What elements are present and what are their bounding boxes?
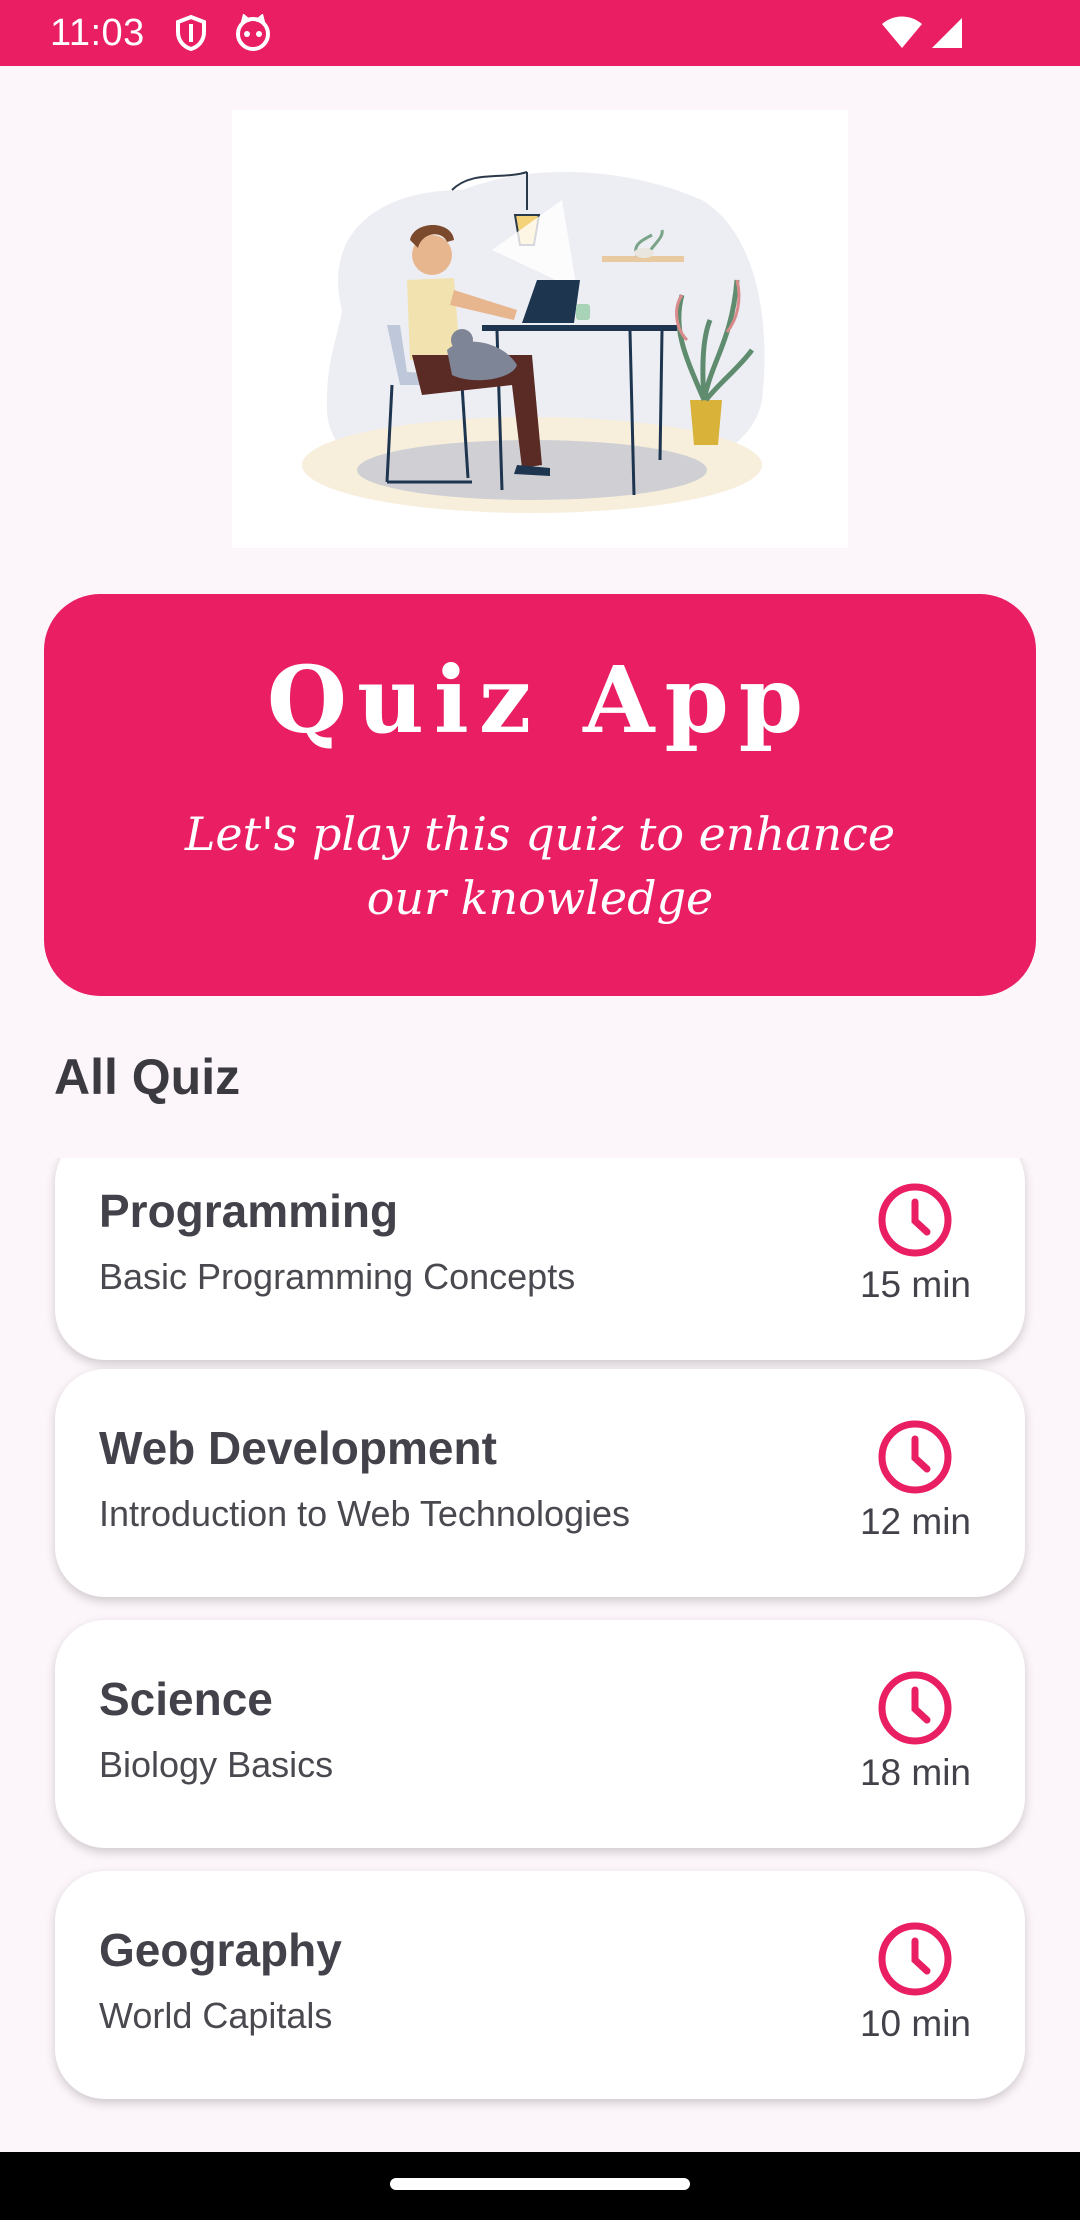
quiz-title: Geography (99, 1924, 342, 1976)
quiz-duration: 12 min (859, 1501, 971, 1542)
quiz-duration: 18 min (859, 1752, 971, 1793)
cellular-signal-icon (930, 16, 964, 55)
clock-icon (877, 1670, 953, 1746)
quiz-subtitle: Introduction to Web Technologies (99, 1493, 631, 1534)
quiz-title: Web Development (99, 1422, 497, 1474)
shield-icon (174, 14, 208, 57)
quiz-subtitle: World Capitals (99, 1995, 333, 2036)
wifi-icon (880, 16, 924, 55)
hero-illustration (232, 110, 848, 548)
quiz-title: Programming (99, 1185, 399, 1237)
quiz-list[interactable]: Programming Basic Programming Concepts 1… (0, 1158, 1080, 2116)
quiz-card-programming[interactable]: Programming Basic Programming Concepts 1… (55, 1158, 1025, 1360)
quiz-duration: 10 min (859, 2003, 971, 2044)
clock-icon (877, 1419, 953, 1495)
home-gesture-handle[interactable] (390, 2178, 690, 2190)
clock-icon (877, 1921, 953, 1997)
system-navigation-bar (0, 2152, 1080, 2220)
section-title: All Quiz (54, 1049, 241, 1105)
app-title: Quiz App (266, 646, 814, 754)
status-time: 11:03 (50, 12, 145, 54)
clock-icon (877, 1182, 953, 1258)
status-bar: 11:03 (0, 0, 1080, 66)
quiz-subtitle: Biology Basics (99, 1744, 334, 1785)
welcome-banner: Quiz App Let's play this quiz to enhance… (44, 594, 1036, 996)
quiz-card-science[interactable]: Science Biology Basics 18 min (55, 1620, 1025, 1848)
quiz-card-web-development[interactable]: Web Development Introduction to Web Tech… (55, 1369, 1025, 1597)
cat-face-icon (234, 13, 272, 57)
quiz-duration: 15 min (859, 1264, 971, 1305)
quiz-subtitle: Basic Programming Concepts (99, 1256, 576, 1297)
quiz-card-geography[interactable]: Geography World Capitals 10 min (55, 1871, 1025, 2099)
app-subtitle: Let's play this quiz to enhance our know… (184, 807, 896, 925)
quiz-title: Science (99, 1673, 273, 1725)
